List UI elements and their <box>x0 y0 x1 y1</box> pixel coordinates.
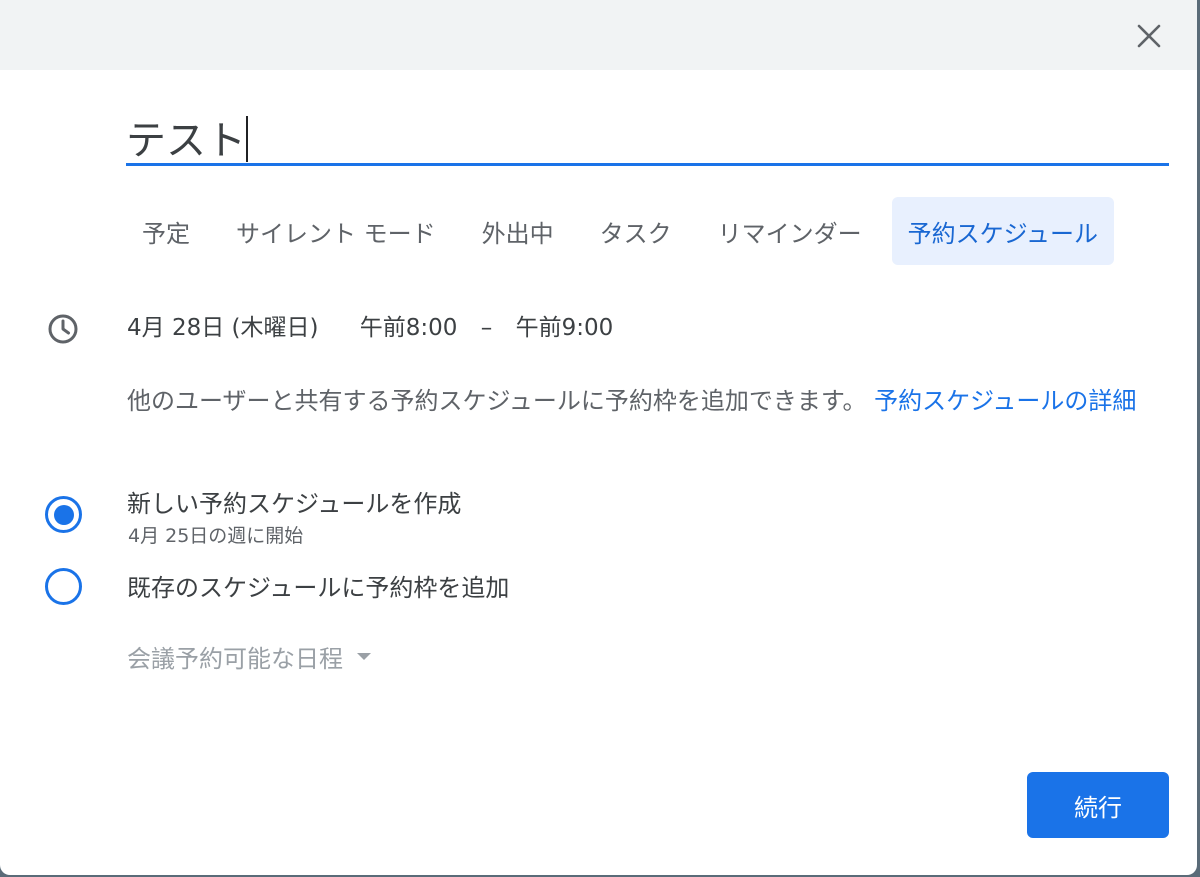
event-end-time[interactable]: 午前9:00 <box>516 308 614 342</box>
radio-new-schedule[interactable] <box>45 496 82 533</box>
appointment-info-text: 他のユーザーと共有する予約スケジュールに予約枠を追加できます。 予約スケジュール… <box>127 382 1167 420</box>
option-new-schedule-label[interactable]: 新しい予約スケジュールを作成 <box>127 484 461 519</box>
event-start-time[interactable]: 午前8:00 <box>360 308 458 342</box>
text-caret <box>246 116 248 162</box>
dialog-header-bar <box>0 0 1197 70</box>
radio-selected-dot <box>53 504 74 525</box>
event-type-tabs: 予定 サイレント モード 外出中 タスク リマインダー 予約スケジュール <box>126 197 1114 265</box>
continue-button[interactable]: 続行 <box>1027 772 1169 838</box>
tab-reminder[interactable]: リマインダー <box>702 197 878 265</box>
info-description: 他のユーザーと共有する予約スケジュールに予約枠を追加できます。 <box>127 387 867 415</box>
availability-dropdown[interactable]: 会議予約可能な日程 <box>127 638 371 674</box>
close-icon <box>1137 24 1161 48</box>
time-separator: – <box>480 315 493 341</box>
event-date[interactable]: 4月 28日 (木曜日) <box>127 308 318 342</box>
create-event-dialog: 予定 サイレント モード 外出中 タスク リマインダー 予約スケジュール 4月 … <box>0 0 1197 875</box>
tab-appointment-schedule[interactable]: 予約スケジュール <box>891 197 1114 265</box>
clock-icon <box>48 314 78 344</box>
title-field[interactable] <box>126 104 1169 166</box>
radio-existing-schedule[interactable] <box>45 568 82 605</box>
availability-dropdown-label: 会議予約可能な日程 <box>127 644 343 673</box>
option-new-schedule-sublabel: 4月 25日の週に開始 <box>128 525 304 547</box>
event-datetime[interactable]: 4月 28日 (木曜日) 午前8:00 – 午前9:00 <box>127 308 613 342</box>
tab-task[interactable]: タスク <box>584 197 688 265</box>
tab-out-of-office[interactable]: 外出中 <box>466 197 570 265</box>
title-input[interactable] <box>126 104 1169 164</box>
close-button[interactable] <box>1129 16 1169 56</box>
learn-more-link[interactable]: 予約スケジュールの詳細 <box>874 387 1136 415</box>
option-existing-schedule-label[interactable]: 既存のスケジュールに予約枠を追加 <box>127 568 509 603</box>
tab-focus-time[interactable]: サイレント モード <box>220 197 452 265</box>
tab-event[interactable]: 予定 <box>126 197 206 265</box>
dropdown-arrow-icon <box>357 652 371 660</box>
